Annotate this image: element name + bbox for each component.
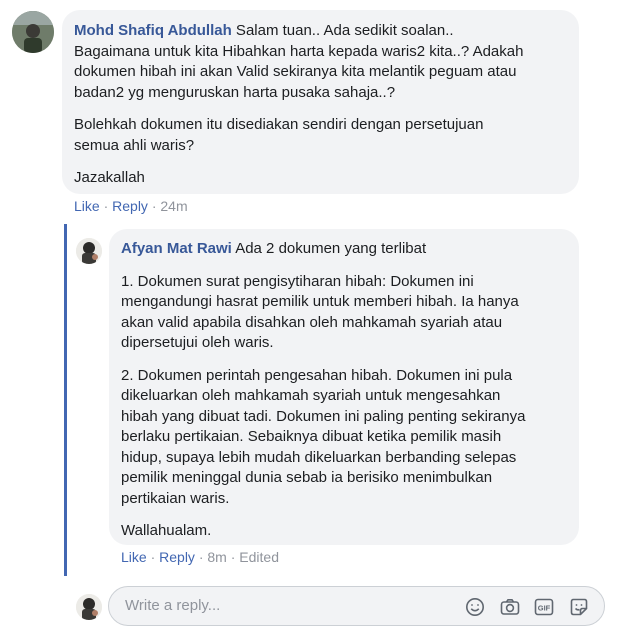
reply-first-text: Ada 2 dokumen yang terlibat	[231, 240, 427, 257]
reply-line: Wallahualam.	[121, 522, 212, 539]
separator-dot: ·	[230, 549, 236, 565]
comment-line: Bolehkah dokumen itu disediakan sendiri …	[74, 116, 484, 133]
comment-timestamp[interactable]: 24m	[160, 198, 187, 214]
comment-first-line: Mohd Shafiq Abdullah Salam tuan.. Ada se…	[74, 21, 579, 42]
avatar-current-user	[76, 594, 102, 620]
comment-author-link[interactable]: Mohd Shafiq Abdullah	[74, 22, 232, 39]
reply-line: pertikaian waris.	[121, 489, 230, 507]
reply-line: mengandungi hasrat pemilik untuk memberi…	[121, 293, 519, 310]
comment-like-link[interactable]: Like	[74, 198, 100, 214]
comment-reply-link[interactable]: Reply	[112, 198, 148, 214]
reply-line: pemilik meninggal dunia sebab ia berisik…	[121, 469, 493, 486]
separator-dot: ·	[198, 549, 204, 565]
reply-line: berlaku pertikaian. Sebaiknya dibuat ket…	[121, 428, 502, 445]
comment-line: dokumen hibah ini akan Valid sekiranya k…	[74, 63, 517, 80]
reply-input-placeholder: Write a reply...	[125, 597, 221, 614]
reply-bubble: Afyan Mat Rawi Ada 2 dokumen yang terlib…	[109, 229, 579, 545]
reply-timestamp[interactable]: 8m	[207, 549, 226, 565]
reply-actions: Like · Reply · 8m · Edited	[121, 549, 279, 565]
reply-reply-link[interactable]: Reply	[159, 549, 195, 565]
comment-line: badan2 yg menguruskan harta pusaka sahaj…	[74, 83, 396, 101]
reply-line: 2. Dokumen perintah pengesahan hibah. Do…	[121, 366, 513, 384]
gif-icon-label: GIF	[538, 604, 551, 613]
comment-first-text: Salam tuan.. Ada sedikit soalan..	[231, 22, 454, 39]
comment-line: semua ahli waris?	[74, 136, 195, 154]
avatar-current-user-image	[76, 594, 102, 620]
reply-line: 1. Dokumen surat pengisytiharan hibah: D…	[121, 272, 474, 290]
avatar-replier[interactable]	[76, 238, 102, 264]
reply-line: dikeluarkan oleh mahkamah syariah untuk …	[121, 387, 501, 404]
sticker-icon[interactable]	[568, 596, 590, 618]
comment-bubble: Mohd Shafiq Abdullah Salam tuan.. Ada se…	[62, 10, 579, 194]
avatar-commenter[interactable]	[12, 11, 54, 53]
comment-line: Jazakallah	[74, 169, 145, 186]
reply-line: hidup, supaya lebih mudah dikeluarkan be…	[121, 448, 517, 466]
reply-thread-line	[64, 224, 67, 576]
separator-dot: ·	[103, 198, 109, 214]
camera-icon[interactable]	[499, 596, 521, 618]
reply-like-link[interactable]: Like	[121, 549, 147, 565]
reply-input[interactable]: Write a reply... GIF	[108, 586, 605, 626]
gif-icon[interactable]: GIF	[533, 596, 555, 618]
reply-line: akan valid apabila disahkan oleh mahkama…	[121, 313, 503, 331]
comment-actions: Like · Reply · 24m	[74, 198, 188, 214]
comment-line: Bagaimana untuk kita Hibahkan harta kepa…	[74, 42, 524, 60]
reply-author-link[interactable]: Afyan Mat Rawi	[121, 240, 232, 257]
avatar-commenter-image	[12, 11, 54, 53]
separator-dot: ·	[151, 198, 157, 214]
reply-first-line: Afyan Mat Rawi Ada 2 dokumen yang terlib…	[121, 239, 579, 260]
reply-edited-label[interactable]: Edited	[239, 549, 279, 565]
avatar-replier-image	[76, 238, 102, 264]
separator-dot: ·	[150, 549, 156, 565]
reply-line: hibah yang dibuat tadi. Dokumen ini pali…	[121, 407, 526, 425]
reply-line: dipersetujui oleh waris.	[121, 334, 274, 351]
emoji-icon[interactable]	[464, 596, 486, 618]
